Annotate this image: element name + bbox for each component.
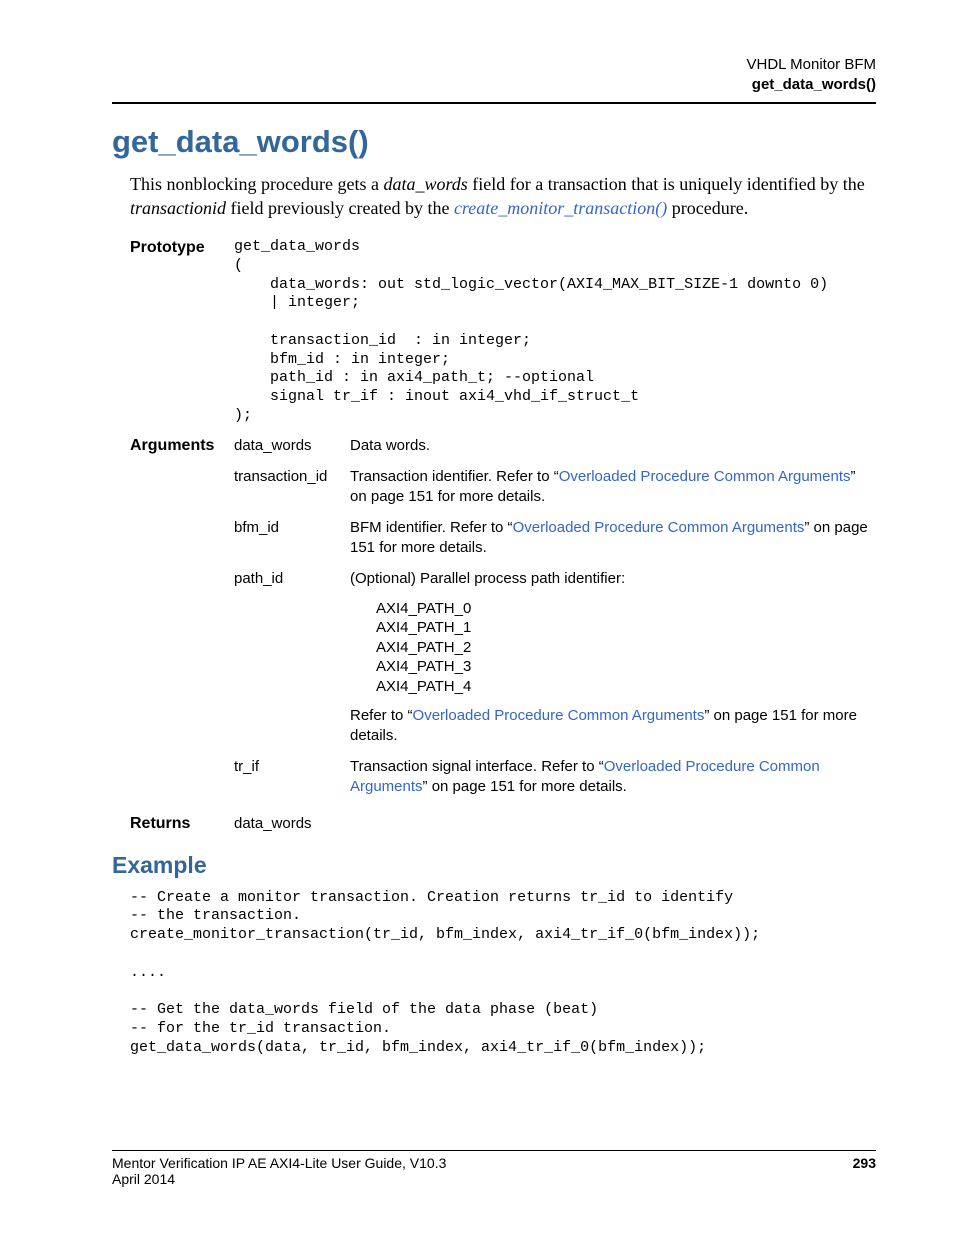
create-monitor-transaction-link[interactable]: create_monitor_transaction(): [454, 198, 667, 218]
header-rule: [112, 102, 876, 104]
overloaded-args-link[interactable]: Overloaded Procedure Common Arguments: [413, 707, 705, 724]
path-id-ref: Refer to “Overloaded Procedure Common Ar…: [350, 706, 876, 745]
intro-text: field for a transaction that is uniquely…: [468, 174, 865, 194]
returns-label: Returns: [130, 814, 234, 833]
argument-desc: (Optional) Parallel process path identif…: [350, 569, 876, 745]
argument-desc: Transaction signal interface. Refer to “…: [350, 757, 876, 796]
argument-desc: Transaction identifier. Refer to “Overlo…: [350, 467, 876, 506]
intro-text: procedure.: [667, 198, 748, 218]
page-footer: Mentor Verification IP AE AXI4-Lite User…: [112, 1150, 876, 1187]
argument-name: path_id: [234, 569, 350, 589]
overloaded-args-link[interactable]: Overloaded Procedure Common Arguments: [559, 468, 851, 485]
argument-row: tr_if Transaction signal interface. Refe…: [234, 757, 876, 796]
prototype-label: Prototype: [130, 238, 234, 257]
intro-text: field previously created by the: [226, 198, 454, 218]
footer-guide: Mentor Verification IP AE AXI4-Lite User…: [112, 1155, 446, 1171]
intro-text: This nonblocking procedure gets a: [130, 174, 383, 194]
returns-section: Returns data_words: [130, 814, 876, 834]
intro-term: transactionid: [130, 198, 226, 218]
arguments-label: Arguments: [130, 436, 234, 455]
argument-desc: BFM identifier. Refer to “Overloaded Pro…: [350, 518, 876, 557]
prototype-code: get_data_words ( data_words: out std_log…: [234, 238, 876, 426]
overloaded-args-link[interactable]: Overloaded Procedure Common Arguments: [513, 519, 805, 536]
header-section: VHDL Monitor BFM: [112, 55, 876, 75]
footer-page-number: 293: [853, 1155, 876, 1171]
argument-name: data_words: [234, 436, 350, 456]
header-topic: get_data_words(): [112, 75, 876, 95]
prototype-section: Prototype get_data_words ( data_words: o…: [130, 238, 876, 426]
argument-row: path_id (Optional) Parallel process path…: [234, 569, 876, 745]
returns-value: data_words: [234, 814, 350, 834]
argument-row: data_words Data words.: [234, 436, 876, 456]
example-heading: Example: [112, 852, 876, 879]
argument-name: bfm_id: [234, 518, 350, 538]
argument-row: transaction_id Transaction identifier. R…: [234, 467, 876, 506]
intro-paragraph: This nonblocking procedure gets a data_w…: [130, 172, 876, 221]
arguments-section: Arguments data_words Data words. transac…: [130, 436, 876, 809]
page-header: VHDL Monitor BFM get_data_words(): [112, 55, 876, 96]
intro-term: data_words: [383, 174, 467, 194]
page-title: get_data_words(): [112, 124, 876, 160]
footer-rule: [112, 1150, 876, 1151]
path-id-list: AXI4_PATH_0 AXI4_PATH_1 AXI4_PATH_2 AXI4…: [376, 599, 876, 697]
argument-name: tr_if: [234, 757, 350, 777]
argument-desc: Data words.: [350, 436, 876, 456]
footer-date: April 2014: [112, 1171, 876, 1187]
argument-row: bfm_id BFM identifier. Refer to “Overloa…: [234, 518, 876, 557]
argument-name: transaction_id: [234, 467, 350, 487]
example-code: -- Create a monitor transaction. Creatio…: [130, 889, 876, 1058]
